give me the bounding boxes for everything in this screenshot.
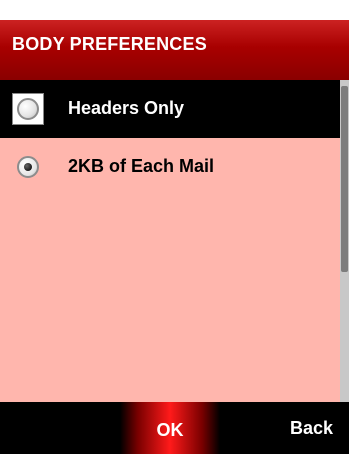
scrollbar[interactable] [340,80,349,402]
radio-unchecked-icon [17,98,39,120]
option-2kb-each-mail[interactable]: 2KB of Each Mail [0,138,340,196]
options-list: Headers Only 2KB of Each Mail [0,80,349,402]
radio-frame [12,93,44,125]
option-headers-only[interactable]: Headers Only [0,80,340,138]
option-label: Headers Only [68,98,185,118]
page-title: BODY PREFERENCES [12,34,207,54]
top-gap [0,0,349,20]
radio-checked-icon [17,156,39,178]
scroll-thumb[interactable] [341,86,348,272]
radio-frame [12,151,44,183]
radio-dot [24,163,32,171]
title-bar: BODY PREFERENCES [0,20,349,80]
back-softkey[interactable]: Back [290,418,333,439]
ok-softkey[interactable]: OK [152,420,188,441]
option-label: 2KB of Each Mail [68,156,215,176]
softkey-bar: OK Back [0,402,349,454]
